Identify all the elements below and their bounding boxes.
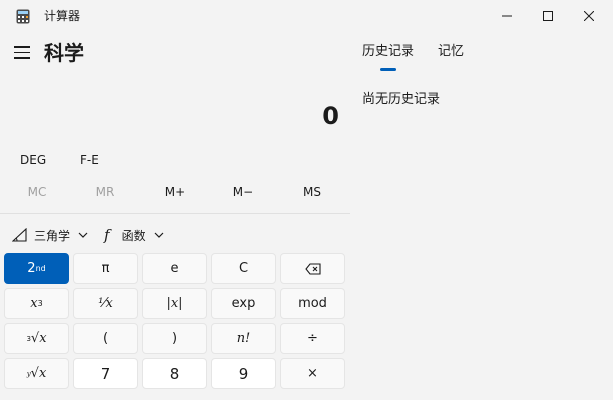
close-button[interactable]: [566, 0, 612, 32]
e-button[interactable]: e: [142, 253, 207, 284]
x-cube-exp: 3: [37, 299, 43, 308]
history-empty-message: 尚无历史记录: [362, 92, 441, 107]
title-bar: 计算器: [0, 0, 613, 32]
reciprocal-label: ¹⁄x: [98, 296, 113, 311]
memory-store-button[interactable]: MS: [278, 176, 346, 208]
multiply-button[interactable]: ×: [280, 358, 345, 389]
mod-button[interactable]: mod: [280, 288, 345, 319]
angle-mode-button[interactable]: DEG: [20, 152, 46, 168]
factorial-button[interactable]: n!: [211, 323, 276, 354]
fe-notation-button[interactable]: F-E: [80, 152, 99, 168]
trigonometry-dropdown[interactable]: 三角学: [12, 224, 88, 246]
mode-title: 科学: [44, 41, 84, 65]
y-root-x: x: [38, 366, 47, 381]
maximize-button[interactable]: [525, 0, 571, 32]
divider: [0, 213, 350, 214]
backspace-icon: [304, 262, 321, 275]
memory-clear-button[interactable]: MC: [3, 176, 71, 208]
memory-row: MC MR M+ M− MS: [0, 176, 348, 208]
cube-root-x: x: [39, 331, 47, 346]
y-root-button[interactable]: y √ x: [4, 358, 69, 389]
left-paren-button[interactable]: (: [73, 323, 138, 354]
x-cube-base: x: [30, 296, 38, 311]
result-display: 0: [322, 102, 339, 130]
backspace-button[interactable]: [280, 253, 345, 284]
exp-button[interactable]: exp: [211, 288, 276, 319]
superscript-label: nd: [35, 264, 46, 273]
close-icon: [584, 11, 594, 21]
absolute-value-button[interactable]: |x|: [142, 288, 207, 319]
reciprocal-button[interactable]: ¹⁄x: [73, 288, 138, 319]
calculator-icon: [16, 9, 30, 24]
minimize-button[interactable]: [484, 0, 530, 32]
clear-button[interactable]: C: [211, 253, 276, 284]
second-function-button[interactable]: 2nd: [4, 253, 69, 284]
x-cubed-button[interactable]: x3: [4, 288, 69, 319]
tab-history[interactable]: 历史记录: [362, 43, 414, 61]
memory-recall-button[interactable]: MR: [71, 176, 139, 208]
memory-add-button[interactable]: M+: [141, 176, 209, 208]
cube-root-button[interactable]: 3 √ x: [4, 323, 69, 354]
memory-subtract-button[interactable]: M−: [209, 176, 277, 208]
minimize-icon: [502, 15, 512, 17]
divide-button[interactable]: ÷: [280, 323, 345, 354]
right-paren-button[interactable]: ): [142, 323, 207, 354]
functions-label: 函数: [121, 228, 146, 243]
chevron-down-icon: [78, 232, 88, 238]
triangle-ruler-icon: [12, 228, 27, 242]
window-title: 计算器: [44, 9, 81, 23]
digit-8-button[interactable]: 8: [142, 358, 207, 389]
factorial-label: n!: [236, 331, 251, 346]
digit-9-button[interactable]: 9: [211, 358, 276, 389]
pi-button[interactable]: π: [73, 253, 138, 284]
function-glyph: f: [104, 226, 110, 244]
chevron-down-icon: [154, 232, 164, 238]
hamburger-menu-icon[interactable]: [14, 46, 30, 60]
maximize-icon: [543, 11, 553, 21]
digit-7-button[interactable]: 7: [73, 358, 138, 389]
trigonometry-label: 三角学: [34, 228, 71, 243]
abs-label: |x|: [166, 296, 183, 311]
functions-dropdown[interactable]: f 函数: [104, 224, 164, 246]
active-tab-indicator: [380, 68, 396, 71]
tab-memory[interactable]: 记忆: [438, 43, 464, 61]
